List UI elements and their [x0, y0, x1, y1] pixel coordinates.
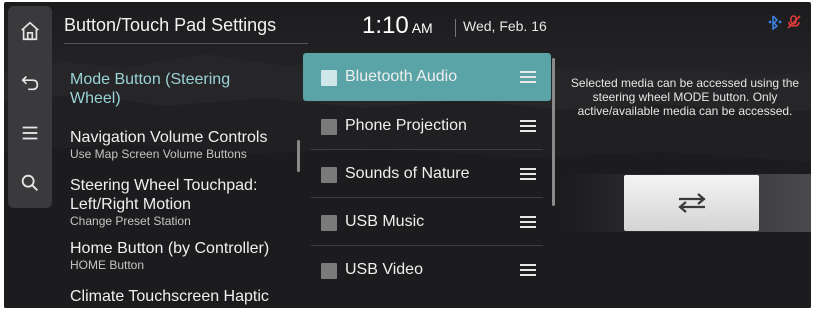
setting-value: Use Map Screen Volume Buttons	[70, 147, 247, 161]
setting-label: Home Button (by Controller)	[70, 240, 270, 257]
back-icon	[21, 75, 39, 91]
swap-arrows-icon	[677, 193, 706, 213]
setting-touchpad-motion[interactable]: Steering Wheel Touchpad: Left/Right Moti…	[70, 176, 296, 228]
page-title: Button/Touch Pad Settings	[64, 15, 277, 35]
settings-scrollbar[interactable]	[297, 140, 300, 172]
media-checkbox[interactable]	[321, 263, 337, 279]
bluetooth-phone-icon	[768, 15, 782, 30]
menu-button[interactable]	[8, 108, 52, 158]
setting-climate-haptic[interactable]: Climate Touchscreen Haptic	[70, 287, 296, 306]
media-checkbox[interactable]	[321, 167, 337, 183]
media-item-usb-music[interactable]: USB Music	[303, 198, 551, 246]
drag-handle-icon[interactable]	[520, 168, 536, 180]
media-label: USB Video	[345, 261, 423, 278]
media-scrollbar[interactable]	[552, 58, 555, 206]
home-icon	[21, 21, 39, 41]
drag-handle-icon[interactable]	[520, 71, 536, 83]
setting-mode-button[interactable]: Mode Button (Steering Wheel)	[70, 70, 296, 108]
media-checkbox[interactable]	[321, 215, 337, 231]
search-icon	[21, 174, 38, 191]
title-underline	[64, 43, 308, 44]
setting-value: HOME Button	[70, 258, 145, 272]
status-icons	[767, 14, 802, 30]
setting-home-button[interactable]: Home Button (by Controller) HOME Button	[70, 239, 296, 272]
media-item-sounds-of-nature[interactable]: Sounds of Nature	[303, 150, 551, 198]
mode-description: Selected media can be accessed using the…	[570, 76, 800, 118]
setting-label: Steering Wheel Touchpad: Left/Right Moti…	[70, 177, 258, 213]
media-item-phone-projection[interactable]: Phone Projection	[303, 102, 551, 150]
setting-label: Climate Touchscreen Haptic	[70, 288, 269, 305]
media-item-bluetooth-audio[interactable]: Bluetooth Audio	[303, 53, 551, 101]
setting-value: Change Preset Station	[70, 214, 191, 228]
drag-handle-icon[interactable]	[520, 216, 536, 228]
media-label: USB Music	[345, 213, 425, 230]
media-item-usb-video[interactable]: USB Video	[303, 246, 551, 294]
reorder-swap-button[interactable]	[624, 175, 759, 231]
mic-off-icon	[787, 15, 801, 29]
media-label: Bluetooth Audio	[345, 68, 458, 85]
drag-handle-icon[interactable]	[520, 120, 536, 132]
menu-icon	[22, 126, 38, 140]
search-button[interactable]	[8, 158, 52, 208]
header-separator	[455, 19, 456, 37]
setting-navigation-volume[interactable]: Navigation Volume Controls Use Map Scree…	[70, 128, 296, 161]
media-label: Sounds of Nature	[345, 165, 470, 182]
icon-rail	[8, 6, 52, 208]
drag-handle-icon[interactable]	[520, 264, 536, 276]
clock-date: Wed, Feb. 16	[463, 18, 547, 34]
clock: 1:10 AM	[362, 12, 433, 40]
clock-time: 1:10	[362, 12, 409, 39]
setting-label: Navigation Volume Controls	[70, 129, 268, 146]
infotainment-screen: Button/Touch Pad Settings 1:10 AM Wed, Fe…	[4, 2, 811, 308]
media-checkbox[interactable]	[321, 70, 337, 86]
home-button[interactable]	[8, 6, 52, 56]
setting-label: Mode Button (Steering Wheel)	[70, 71, 231, 107]
media-checkbox[interactable]	[321, 119, 337, 135]
back-button[interactable]	[8, 57, 52, 107]
media-label: Phone Projection	[345, 117, 467, 134]
clock-ampm: AM	[411, 20, 433, 36]
